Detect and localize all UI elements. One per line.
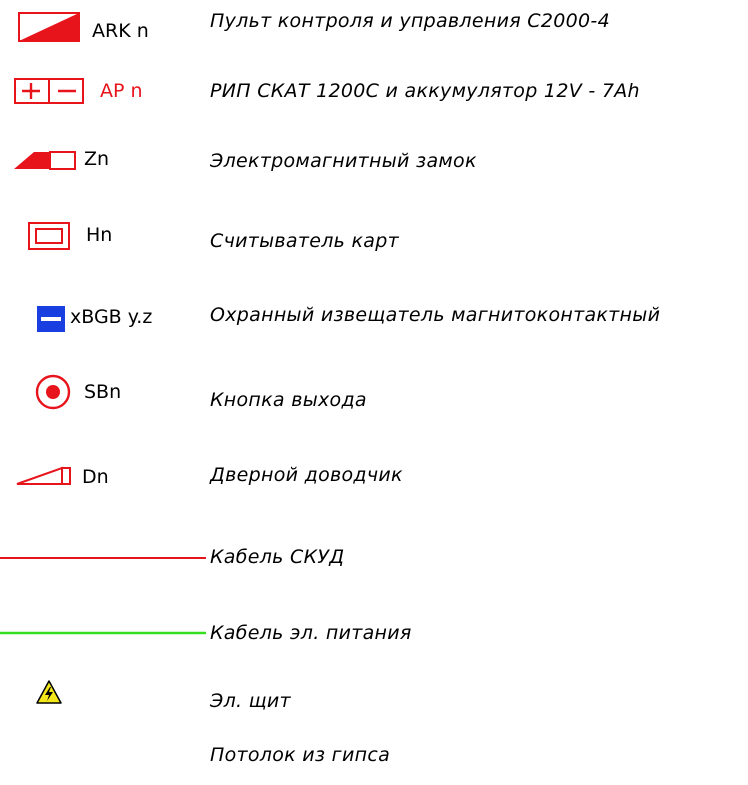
skud-cable-line-icon: [0, 556, 206, 560]
exit-button-icon: [35, 374, 71, 410]
legend-description: Кабель СКУД: [210, 546, 345, 568]
door-closer-icon: [16, 464, 76, 486]
legend-description: Считыватель карт: [210, 230, 399, 252]
legend-code: SBn: [84, 381, 122, 403]
legend-description: Потолок из гипса: [210, 744, 391, 766]
legend-code: xBGB y.z: [70, 306, 153, 328]
legend-row-bgb: xBGB y.z Охранный извещатель магнитоконт…: [0, 292, 748, 336]
electromagnetic-lock-icon: [12, 148, 78, 170]
legend-code: AP n: [100, 80, 143, 102]
legend-row-zn: Zn Электромагнитный замок: [0, 144, 748, 188]
legend-description: Кабель эл. питания: [210, 622, 412, 644]
legend-code: Hn: [86, 224, 113, 246]
legend-description: Эл. щит: [210, 690, 291, 712]
power-cable-line-icon: [0, 631, 206, 635]
magnetic-contact-detector-icon: [37, 306, 65, 332]
legend-row-dn: Dn Дверной доводчик: [0, 460, 748, 504]
legend-description: Электромагнитный замок: [210, 150, 477, 172]
legend-description: Дверной доводчик: [210, 464, 403, 486]
legend-description: Пульт контроля и управления С2000-4: [210, 10, 610, 32]
legend-code: Zn: [84, 148, 110, 170]
legend-row-gypsum-ceiling: Потолок из гипса: [0, 732, 748, 776]
card-reader-icon: [28, 222, 70, 250]
legend-row-electrical-panel: Эл. щит: [0, 676, 748, 720]
legend-row-ap: AP n РИП СКАТ 1200С и аккумулятор 12V - …: [0, 74, 748, 118]
legend-row-skud-cable: Кабель СКУД: [0, 540, 748, 584]
control-panel-icon: [18, 12, 80, 42]
legend-row-hn: Hn Считыватель карт: [0, 218, 748, 262]
legend-row-ark: ARK n Пульт контроля и управления С2000-…: [0, 8, 748, 52]
legend-code: Dn: [82, 466, 109, 488]
legend-description: Охранный извещатель магнитоконтактный: [210, 304, 661, 326]
legend-description: Кнопка выхода: [210, 389, 367, 411]
legend-row-sbn: SBn Кнопка выхода: [0, 374, 748, 418]
legend-description: РИП СКАТ 1200С и аккумулятор 12V - 7Ah: [210, 80, 640, 102]
electrical-panel-icon: [36, 680, 62, 704]
legend-row-power-cable: Кабель эл. питания: [0, 618, 748, 662]
legend-code: ARK n: [92, 20, 149, 42]
power-supply-icon: [14, 78, 84, 104]
